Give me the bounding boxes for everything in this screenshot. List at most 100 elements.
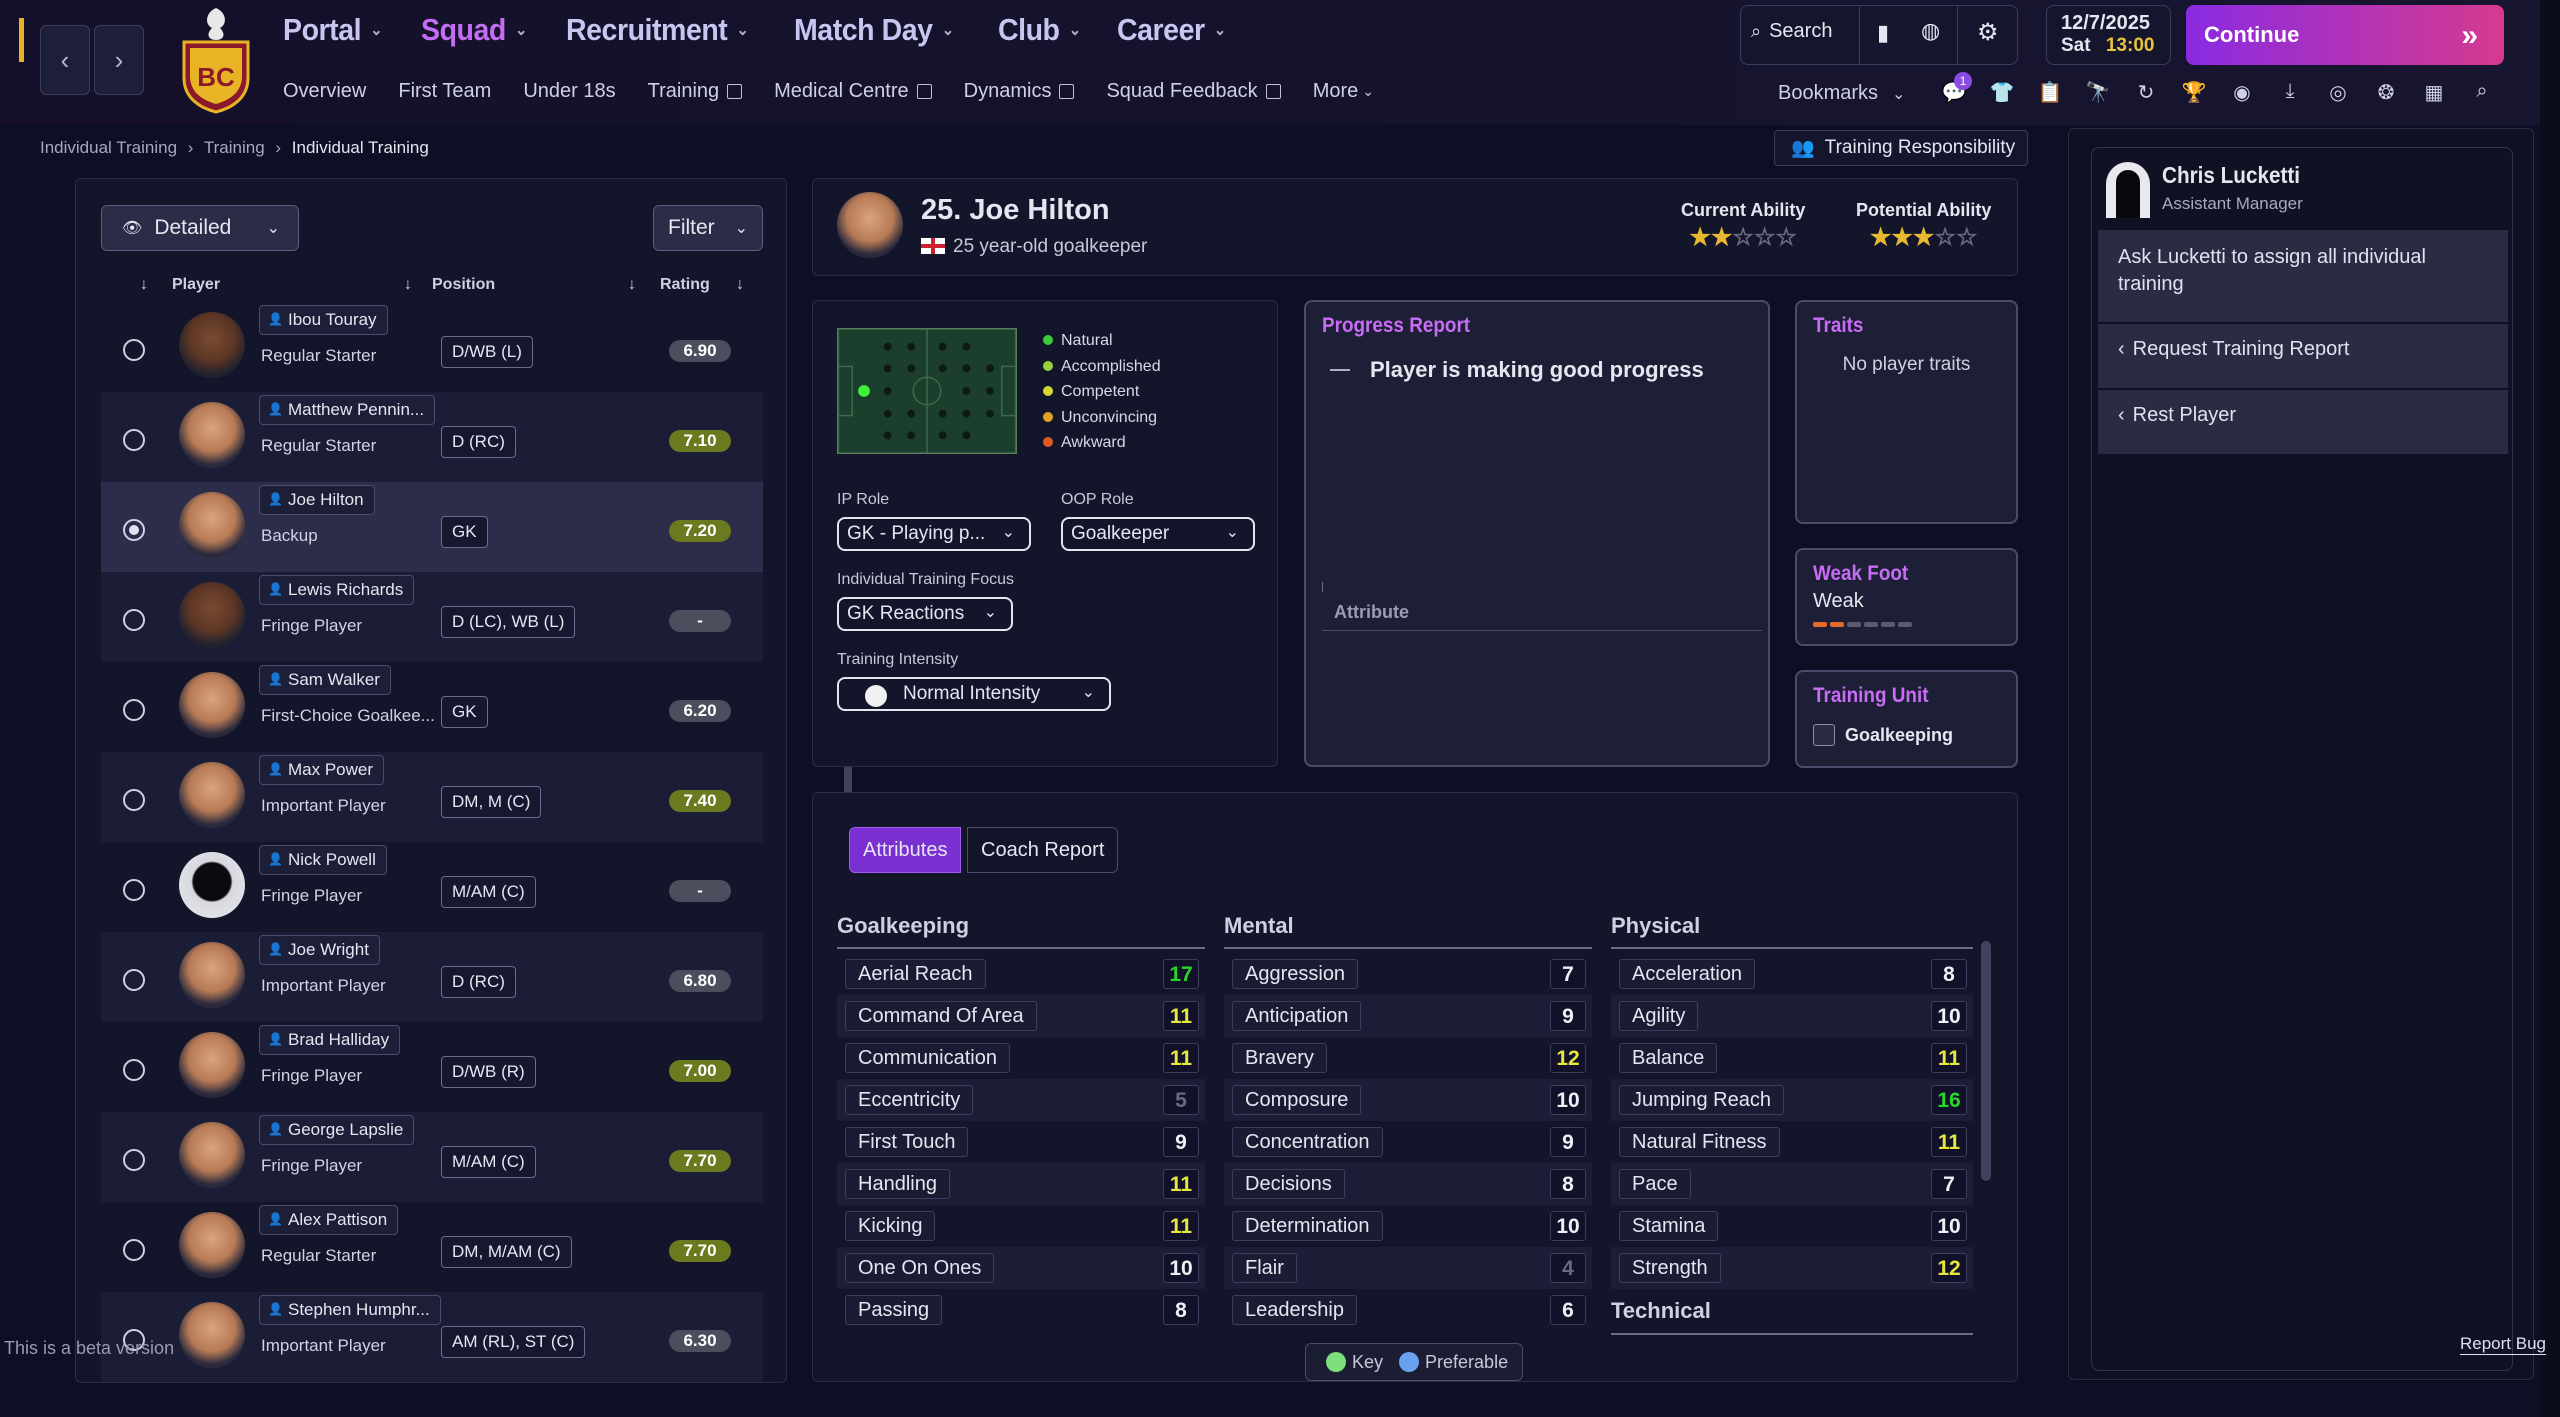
gear-icon[interactable]: ⚙: [1977, 18, 1999, 47]
bookmarks-dropdown[interactable]: Bookmarks ⌄: [1778, 82, 1905, 105]
attribute-row[interactable]: Pace 7: [1611, 1163, 1973, 1205]
breadcrumb-item[interactable]: Training: [204, 138, 265, 157]
player-name-tag[interactable]: 👤 Nick Powell: [259, 845, 387, 875]
attribute-row[interactable]: Kicking 11: [837, 1205, 1205, 1247]
breadcrumb-item[interactable]: Individual Training: [40, 138, 177, 157]
player-row[interactable]: 👤 Nick Powell Fringe Player M/AM (C) -: [101, 842, 763, 932]
row-radio[interactable]: [123, 969, 145, 991]
chat-icon[interactable]: 💬 1: [1930, 72, 1978, 105]
menu-match-day[interactable]: Match Day ⌄: [794, 12, 954, 48]
attribute-row[interactable]: Stamina 10: [1611, 1205, 1973, 1247]
row-radio[interactable]: [123, 699, 145, 721]
row-radio[interactable]: [123, 879, 145, 901]
column-header-rating[interactable]: Rating: [660, 276, 710, 294]
submenu-training[interactable]: Training: [648, 80, 743, 103]
row-radio[interactable]: [123, 339, 145, 361]
shirt-icon[interactable]: 👕: [1978, 80, 2026, 105]
player-row[interactable]: 👤 Alex Pattison Regular Starter DM, M/AM (C…: [101, 1202, 763, 1292]
sort-arrow-icon[interactable]: ↓: [140, 276, 148, 294]
attribute-row[interactable]: Bravery 12: [1224, 1037, 1592, 1079]
menu-club[interactable]: Club ⌄: [998, 12, 1081, 48]
forward-button[interactable]: ›: [94, 25, 144, 95]
attribute-row[interactable]: Jumping Reach 16: [1611, 1079, 1973, 1121]
group-icon[interactable]: ◉: [2218, 80, 2266, 105]
menu-recruitment[interactable]: Recruitment ⌄: [566, 12, 749, 48]
rest-player-action[interactable]: ‹ Rest Player: [2098, 390, 2508, 454]
row-radio[interactable]: [123, 429, 145, 451]
player-row[interactable]: 👤 Sam Walker First-Choice Goalkee... GK 6.20: [101, 662, 763, 752]
sort-arrow-icon[interactable]: ↓: [628, 276, 636, 294]
bookmark-icon[interactable]: ▮: [1877, 20, 1889, 46]
attribute-row[interactable]: Aggression 7: [1224, 953, 1592, 995]
sort-arrow-icon[interactable]: ↓: [736, 276, 744, 294]
attribute-row[interactable]: Passing 8: [837, 1289, 1205, 1331]
player-name-tag[interactable]: 👤 George Lapslie: [259, 1115, 415, 1145]
player-row[interactable]: 👤 Max Power Important Player DM, M (C) 7.40: [101, 752, 763, 842]
training-unit-value[interactable]: Goalkeeping: [1813, 724, 1953, 746]
back-button[interactable]: ‹: [40, 25, 90, 95]
attribute-row[interactable]: Concentration 9: [1224, 1121, 1592, 1163]
ip-role-select[interactable]: GK - Playing p... ⌄: [837, 517, 1031, 551]
attribute-row[interactable]: Command Of Area 11: [837, 995, 1205, 1037]
submenu-more[interactable]: More ⌄: [1313, 80, 1374, 103]
menu-squad[interactable]: Squad ⌄: [421, 12, 527, 48]
player-name-tag[interactable]: 👤 Matthew Pennin...: [259, 395, 436, 425]
training-intensity-select[interactable]: Normal Intensity ⌄: [837, 677, 1111, 711]
attribute-row[interactable]: Flair 4: [1224, 1247, 1592, 1289]
staff-name[interactable]: Chris Lucketti: [2162, 162, 2300, 189]
sort-arrow-icon[interactable]: ↓: [404, 276, 412, 294]
team-icon[interactable]: ❂: [2362, 80, 2410, 105]
attribute-row[interactable]: Aerial Reach 17: [837, 953, 1205, 995]
assign-training-action[interactable]: Ask Lucketti to assign all individual tr…: [2098, 230, 2508, 322]
submenu-overview[interactable]: Overview: [283, 80, 366, 103]
player-name-tag[interactable]: 👤 Joe Wright: [259, 935, 380, 965]
submenu-under-18s[interactable]: Under 18s: [523, 80, 615, 103]
training-responsibility-button[interactable]: 👥 Training Responsibility: [1774, 130, 2028, 166]
player-name-tag[interactable]: 👤 Stephen Humphr...: [259, 1295, 441, 1325]
player-name-tag[interactable]: 👤 Max Power: [259, 755, 385, 785]
submenu-first-team[interactable]: First Team: [398, 80, 491, 103]
player-row[interactable]: 👤 Matthew Pennin... Regular Starter D (RC) 7…: [101, 392, 763, 482]
clipboard-icon[interactable]: 📋: [2026, 80, 2074, 105]
row-radio[interactable]: [123, 1239, 145, 1261]
player-row[interactable]: 👤 George Lapslie Fringe Player M/AM (C) 7.70: [101, 1112, 763, 1202]
player-name-tag[interactable]: 👤 Alex Pattison: [259, 1205, 399, 1235]
club-crest-logo[interactable]: BC: [176, 6, 256, 114]
attribute-row[interactable]: Eccentricity 5: [837, 1079, 1205, 1121]
trophy-icon[interactable]: 🏆: [2170, 80, 2218, 105]
tab-coach-report[interactable]: Coach Report: [967, 827, 1119, 873]
oop-role-select[interactable]: Goalkeeper ⌄: [1061, 517, 1255, 551]
scout-icon[interactable]: 🔭: [2074, 80, 2122, 105]
row-radio[interactable]: [123, 609, 145, 631]
submenu-squad-feedback[interactable]: Squad Feedback: [1106, 80, 1281, 103]
player-row[interactable]: 👤 Lewis Richards Fringe Player D (LC), WB (…: [101, 572, 763, 662]
attributes-scrollbar[interactable]: [1981, 941, 1991, 1181]
request-training-report-action[interactable]: ‹ Request Training Report: [2098, 324, 2508, 388]
row-radio[interactable]: [123, 1149, 145, 1171]
attribute-row[interactable]: One On Ones 10: [837, 1247, 1205, 1289]
submenu-dynamics[interactable]: Dynamics: [964, 80, 1075, 103]
tab-attributes[interactable]: Attributes: [849, 827, 962, 873]
attribute-row[interactable]: First Touch 9: [837, 1121, 1205, 1163]
attribute-row[interactable]: Agility 10: [1611, 995, 1973, 1037]
player-name-tag[interactable]: 👤 Lewis Richards: [259, 575, 415, 605]
player-row[interactable]: 👤 Joe Hilton Backup GK 7.20: [101, 482, 763, 572]
attribute-row[interactable]: Decisions 8: [1224, 1163, 1592, 1205]
column-header-position[interactable]: Position: [432, 276, 495, 294]
row-radio[interactable]: [123, 519, 145, 541]
player-name[interactable]: 25. Joe Hilton: [921, 194, 1110, 227]
menu-portal[interactable]: Portal ⌄: [283, 12, 383, 48]
game-date[interactable]: 12/7/2025 Sat 13:00: [2046, 5, 2171, 65]
download-icon[interactable]: ⤓: [2266, 80, 2314, 105]
submenu-medical-centre[interactable]: Medical Centre: [774, 80, 932, 103]
training-focus-select[interactable]: GK Reactions ⌄: [837, 597, 1013, 631]
attribute-row[interactable]: Composure 10: [1224, 1079, 1592, 1121]
attribute-row[interactable]: Handling 11: [837, 1163, 1205, 1205]
row-radio[interactable]: [123, 1059, 145, 1081]
row-radio[interactable]: [123, 789, 145, 811]
attribute-row[interactable]: Strength 12: [1611, 1247, 1973, 1289]
attribute-row[interactable]: Determination 10: [1224, 1205, 1592, 1247]
player-row[interactable]: 👤 Stephen Humphr... Important Player AM (RL…: [101, 1292, 763, 1382]
column-header-player[interactable]: Player: [172, 276, 220, 294]
attribute-row[interactable]: Communication 11: [837, 1037, 1205, 1079]
